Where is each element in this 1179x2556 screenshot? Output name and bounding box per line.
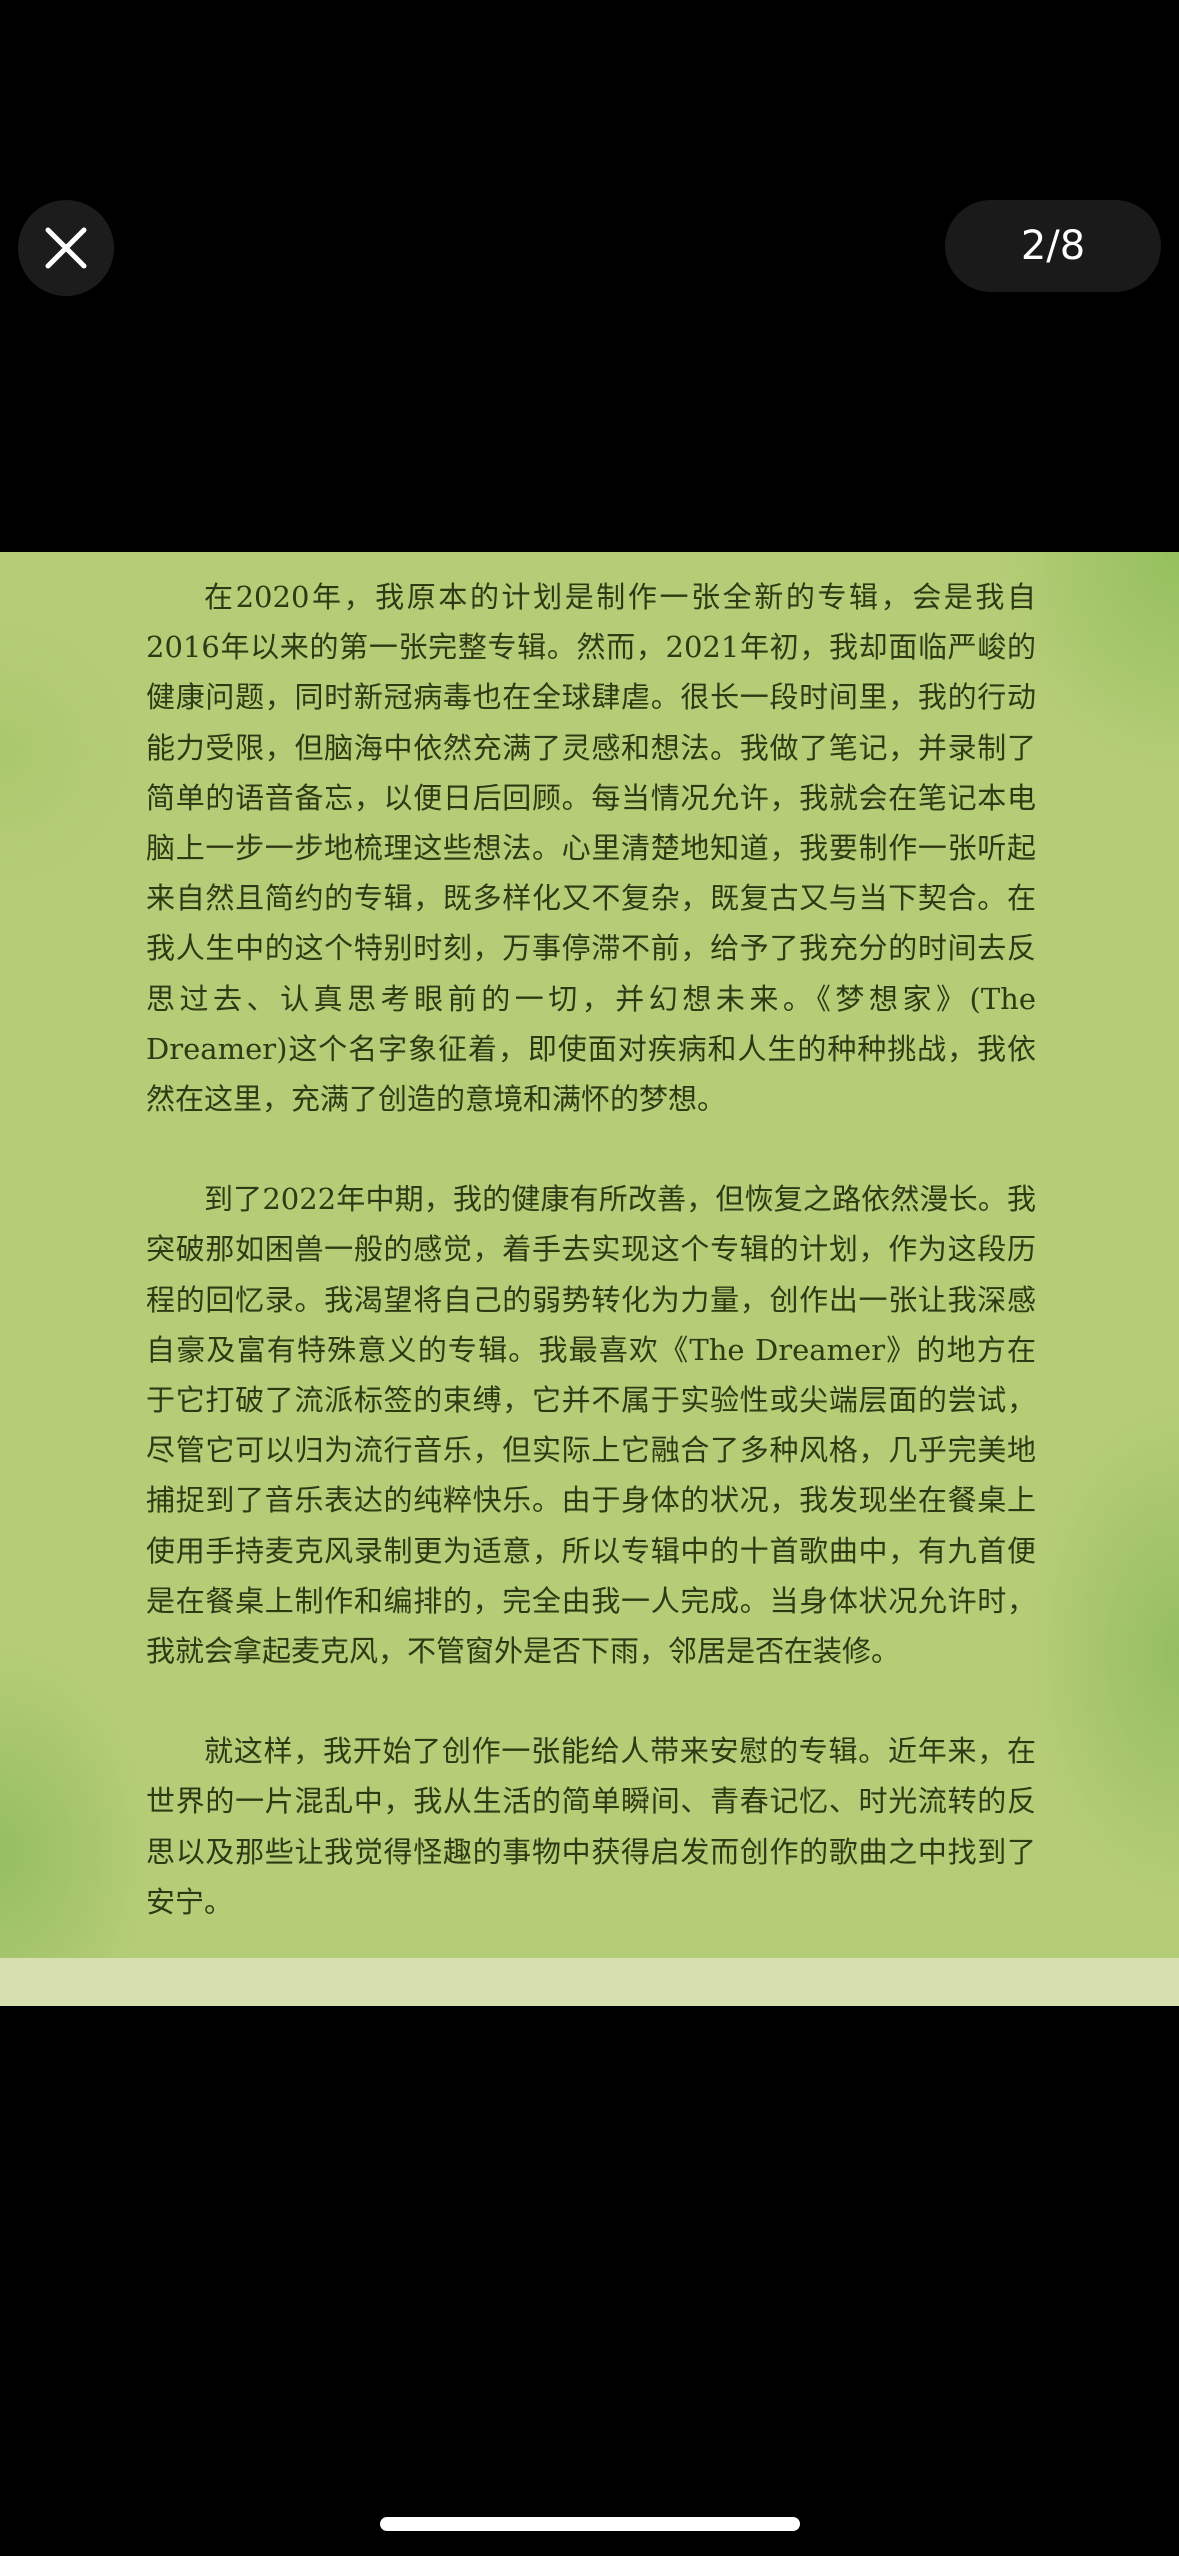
image-bottom-band [0,1958,1179,2006]
paragraph-3: 就这样，我开始了创作一张能给人带来安慰的专辑。近年来，在世界的一片混乱中，我从生… [146,1734,1036,1919]
home-indicator[interactable] [380,2517,800,2531]
photo-image[interactable]: 在2020年，我原本的计划是制作一张全新的专辑，会是我自2016年以来的第一张完… [0,552,1179,1958]
page-counter: 2/8 [945,200,1161,292]
article-text: 在2020年，我原本的计划是制作一张全新的专辑，会是我自2016年以来的第一张完… [146,572,1036,1927]
close-button[interactable] [18,200,114,296]
image-viewer: 2/8 在2020年，我原本的计划是制作一张全新的专辑，会是我自2016年以来的… [0,0,1179,2556]
close-icon [45,227,87,269]
paragraph-1: 在2020年，我原本的计划是制作一张全新的专辑，会是我自2016年以来的第一张完… [146,580,1036,1117]
paragraph-2: 到了2022年中期，我的健康有所改善，但恢复之路依然漫长。我突破那如困兽一般的感… [146,1182,1036,1669]
